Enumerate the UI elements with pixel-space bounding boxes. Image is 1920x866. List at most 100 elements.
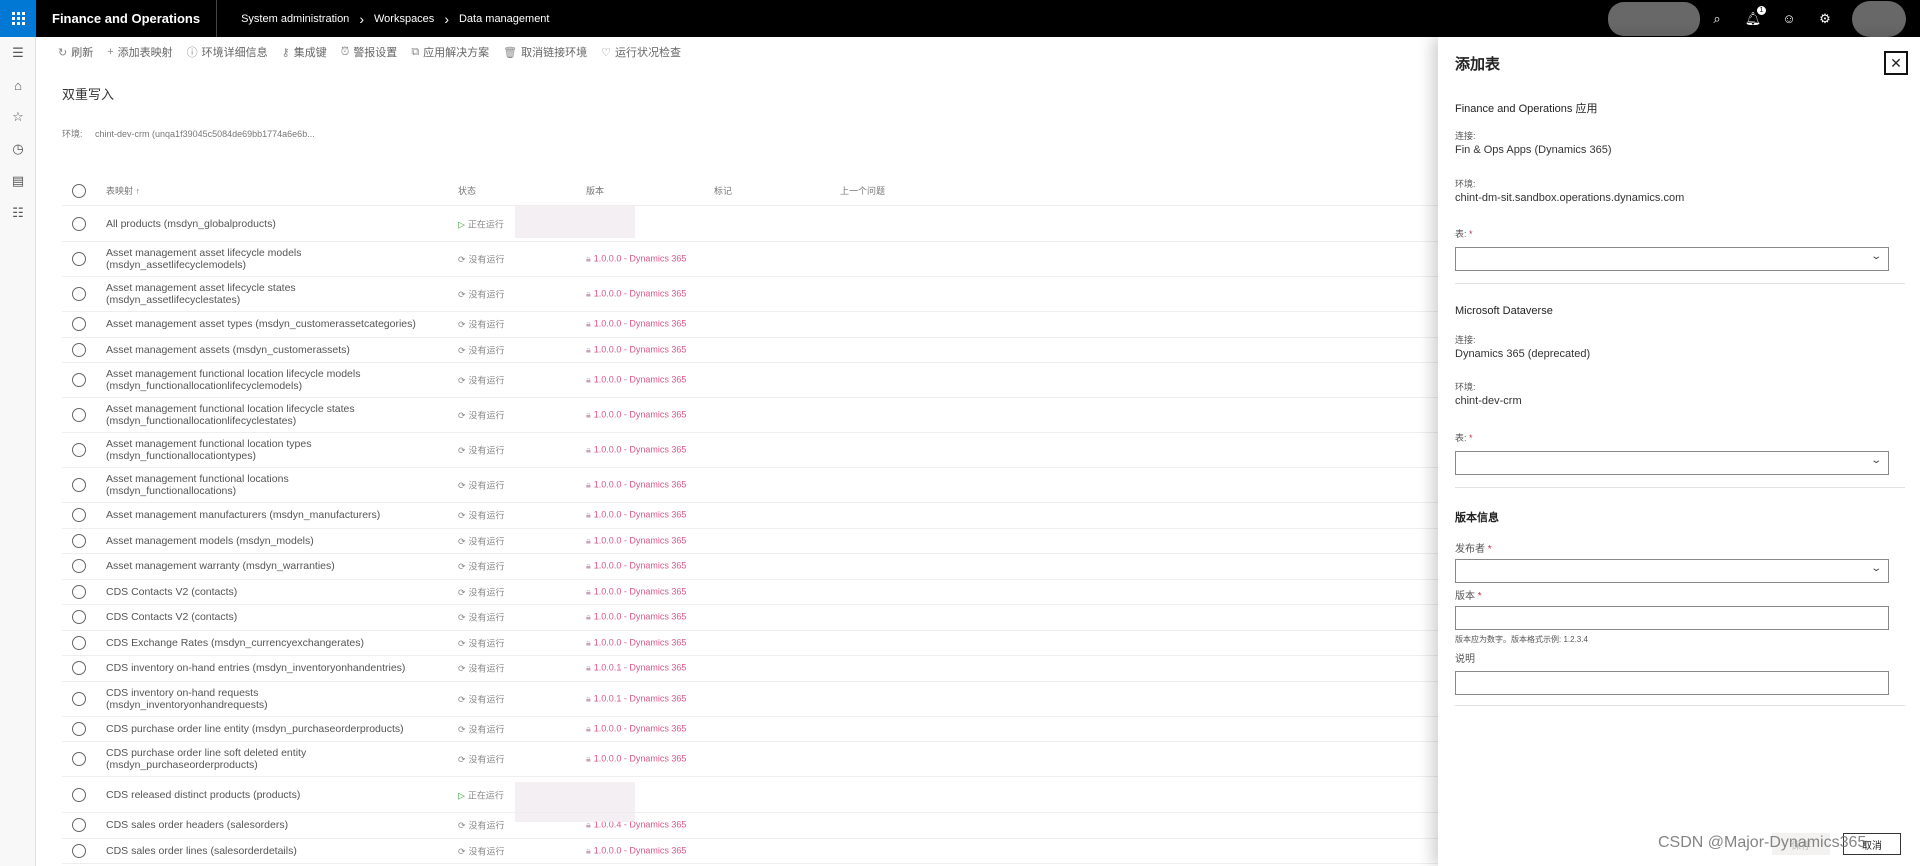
dv-table-dropdown[interactable]: ⌄ bbox=[1455, 451, 1889, 475]
table-map-name[interactable]: Asset management functional locations (m… bbox=[106, 473, 289, 497]
table-map-name[interactable]: CDS Exchange Rates (msdyn_currencyexchan… bbox=[106, 637, 364, 649]
table-map-name[interactable]: CDS released distinct products (products… bbox=[106, 789, 300, 801]
table-row[interactable]: CDS sales order headers (salesorders) ⟳ 没有… bbox=[62, 813, 1442, 839]
table-map-name[interactable]: CDS sales order headers (salesorders) bbox=[106, 819, 288, 831]
unlink-environment-button[interactable]: 🗑︎ 取消链接环境 bbox=[503, 44, 587, 60]
row-select-checkbox[interactable] bbox=[72, 787, 86, 802]
row-select-checkbox[interactable] bbox=[72, 661, 86, 676]
environment-details-button[interactable]: ⓘ 环境详细信息 bbox=[187, 44, 268, 60]
breadcrumb-data-management[interactable]: Data management bbox=[459, 13, 550, 25]
table-row[interactable]: All products (msdyn_globalproducts) ▷ 正在运行 bbox=[62, 206, 1442, 242]
table-map-name[interactable]: CDS inventory on-hand requests (msdyn_in… bbox=[106, 687, 268, 711]
gear-icon[interactable]: ⚙ bbox=[1816, 10, 1834, 28]
table-map-name[interactable]: Asset management assets (msdyn_customera… bbox=[106, 344, 350, 356]
apply-solution-button[interactable]: ⧉ 应用解决方案 bbox=[411, 44, 489, 60]
column-header-last-issue[interactable]: 上一个问题 bbox=[840, 184, 885, 197]
column-header-version[interactable]: 版本 bbox=[586, 184, 604, 197]
table-map-name[interactable]: CDS inventory on-hand entries (msdyn_inv… bbox=[106, 662, 405, 674]
close-button[interactable]: ✕ bbox=[1884, 51, 1908, 75]
breadcrumb-system-administration[interactable]: System administration bbox=[241, 13, 349, 25]
table-row[interactable]: CDS Contacts V2 (contacts) ⟳ 没有运行 🔒︎ 1.0.0.0… bbox=[62, 605, 1442, 631]
integration-key-button[interactable]: ⚷ 集成键 bbox=[282, 44, 327, 60]
workspace-icon[interactable]: ▤ bbox=[0, 165, 36, 197]
table-map-name[interactable]: CDS purchase order line entity (msdyn_pu… bbox=[106, 723, 404, 735]
table-map-name[interactable]: Asset management asset lifecycle states … bbox=[106, 282, 296, 306]
row-select-checkbox[interactable] bbox=[72, 252, 86, 266]
table-row[interactable]: CDS purchase order line entity (msdyn_pu… bbox=[62, 717, 1442, 742]
table-map-name[interactable]: All products (msdyn_globalproducts) bbox=[106, 218, 276, 230]
refresh-button[interactable]: ↻ 刷新 bbox=[58, 44, 93, 60]
table-row[interactable]: Asset management assets (msdyn_customera… bbox=[62, 338, 1442, 363]
app-launcher-button[interactable] bbox=[0, 0, 36, 37]
row-select-checkbox[interactable] bbox=[72, 373, 86, 387]
table-map-name[interactable]: CDS sales order lines (salesorderdetails… bbox=[106, 845, 297, 857]
table-row[interactable]: Asset management functional location lif… bbox=[62, 363, 1442, 398]
fo-table-dropdown[interactable]: ⌄ bbox=[1455, 247, 1889, 271]
hamburger-icon[interactable]: ☰ bbox=[0, 37, 36, 69]
table-row[interactable]: CDS inventory on-hand entries (msdyn_inv… bbox=[62, 656, 1442, 682]
row-select-checkbox[interactable] bbox=[72, 287, 86, 301]
row-select-checkbox[interactable] bbox=[72, 843, 86, 858]
table-row[interactable]: CDS Exchange Rates (msdyn_currencyexchan… bbox=[62, 631, 1442, 656]
row-select-checkbox[interactable] bbox=[72, 533, 86, 548]
row-select-checkbox[interactable] bbox=[72, 216, 86, 231]
table-map-name[interactable]: CDS purchase order line soft deleted ent… bbox=[106, 747, 306, 771]
row-select-checkbox[interactable] bbox=[72, 559, 86, 574]
app-title[interactable]: Finance and Operations bbox=[36, 0, 218, 37]
table-map-name[interactable]: Asset management functional location typ… bbox=[106, 438, 311, 462]
breadcrumb-workspaces[interactable]: Workspaces bbox=[374, 13, 434, 25]
environment-link[interactable]: chint-dev-crm (unqa1f39045c5084de69bb177… bbox=[95, 129, 315, 139]
column-header-tag[interactable]: 标记 bbox=[714, 184, 732, 197]
row-select-checkbox[interactable] bbox=[72, 508, 86, 523]
row-select-checkbox[interactable] bbox=[72, 635, 86, 650]
version-input[interactable] bbox=[1455, 606, 1889, 630]
clock-icon[interactable]: ◷ bbox=[0, 133, 36, 165]
table-map-name[interactable]: Asset management manufacturers (msdyn_ma… bbox=[106, 509, 380, 521]
table-row[interactable]: Asset management functional locations (m… bbox=[62, 468, 1442, 503]
column-header-status[interactable]: 状态 bbox=[458, 184, 476, 197]
select-all-checkbox[interactable] bbox=[72, 183, 86, 198]
table-row[interactable]: Asset management functional location typ… bbox=[62, 433, 1442, 468]
table-map-name[interactable]: Asset management functional location lif… bbox=[106, 403, 355, 427]
row-select-checkbox[interactable] bbox=[72, 584, 86, 599]
table-map-name[interactable]: Asset management asset lifecycle models … bbox=[106, 247, 302, 271]
row-select-checkbox[interactable] bbox=[72, 691, 86, 706]
description-input[interactable] bbox=[1455, 671, 1889, 695]
table-row[interactable]: CDS inventory on-hand requests (msdyn_in… bbox=[62, 682, 1442, 717]
row-select-checkbox[interactable] bbox=[72, 478, 86, 492]
row-select-checkbox[interactable] bbox=[72, 610, 86, 625]
home-icon[interactable]: ⌂ bbox=[0, 69, 36, 101]
publisher-dropdown[interactable]: ⌄ bbox=[1455, 559, 1889, 583]
table-map-name[interactable]: CDS Contacts V2 (contacts) bbox=[106, 586, 237, 598]
table-row[interactable]: CDS released distinct products (products… bbox=[62, 777, 1442, 813]
row-select-checkbox[interactable] bbox=[72, 408, 86, 422]
star-icon[interactable]: ☆ bbox=[0, 101, 36, 133]
table-row[interactable]: Asset management asset lifecycle states … bbox=[62, 277, 1442, 312]
modules-list-icon[interactable]: ☷ bbox=[0, 197, 36, 229]
row-select-checkbox[interactable] bbox=[72, 317, 86, 332]
table-row[interactable]: Asset management asset types (msdyn_cust… bbox=[62, 312, 1442, 338]
row-select-checkbox[interactable] bbox=[72, 443, 86, 457]
table-map-name[interactable]: Asset management asset types (msdyn_cust… bbox=[106, 318, 416, 330]
table-row[interactable]: CDS Contacts V2 (contacts) ⟳ 没有运行 🔒︎ 1.0.0.0… bbox=[62, 580, 1442, 605]
health-check-button[interactable]: ♡ 运行状况检查 bbox=[601, 44, 681, 60]
row-select-checkbox[interactable] bbox=[72, 752, 86, 766]
search-icon[interactable]: ⌕ bbox=[1708, 10, 1726, 28]
alert-settings-button[interactable]: ⏰︎ 警报设置 bbox=[341, 44, 398, 60]
redacted-user-avatar[interactable] bbox=[1852, 0, 1906, 37]
table-row[interactable]: Asset management models (msdyn_models) ⟳ 没… bbox=[62, 529, 1442, 554]
table-row[interactable]: CDS purchase order line soft deleted ent… bbox=[62, 742, 1442, 777]
bell-icon[interactable]: 🔔︎ 1 bbox=[1744, 5, 1766, 28]
table-map-name[interactable]: CDS Contacts V2 (contacts) bbox=[106, 611, 237, 623]
row-select-checkbox[interactable] bbox=[72, 342, 86, 357]
row-select-checkbox[interactable] bbox=[72, 721, 86, 736]
table-row[interactable]: Asset management functional location lif… bbox=[62, 398, 1442, 433]
table-row[interactable]: Asset management manufacturers (msdyn_ma… bbox=[62, 503, 1442, 529]
table-row[interactable]: Asset management warranty (msdyn_warrant… bbox=[62, 554, 1442, 580]
table-map-name[interactable]: Asset management functional location lif… bbox=[106, 368, 360, 392]
table-row[interactable]: Asset management asset lifecycle models … bbox=[62, 242, 1442, 277]
table-map-name[interactable]: Asset management models (msdyn_models) bbox=[106, 535, 314, 547]
smiley-icon[interactable]: ☺ bbox=[1780, 10, 1798, 28]
table-row[interactable]: CDS sales order lines (salesorderdetails… bbox=[62, 839, 1442, 864]
add-table-map-button[interactable]: + 添加表映射 bbox=[107, 44, 172, 60]
